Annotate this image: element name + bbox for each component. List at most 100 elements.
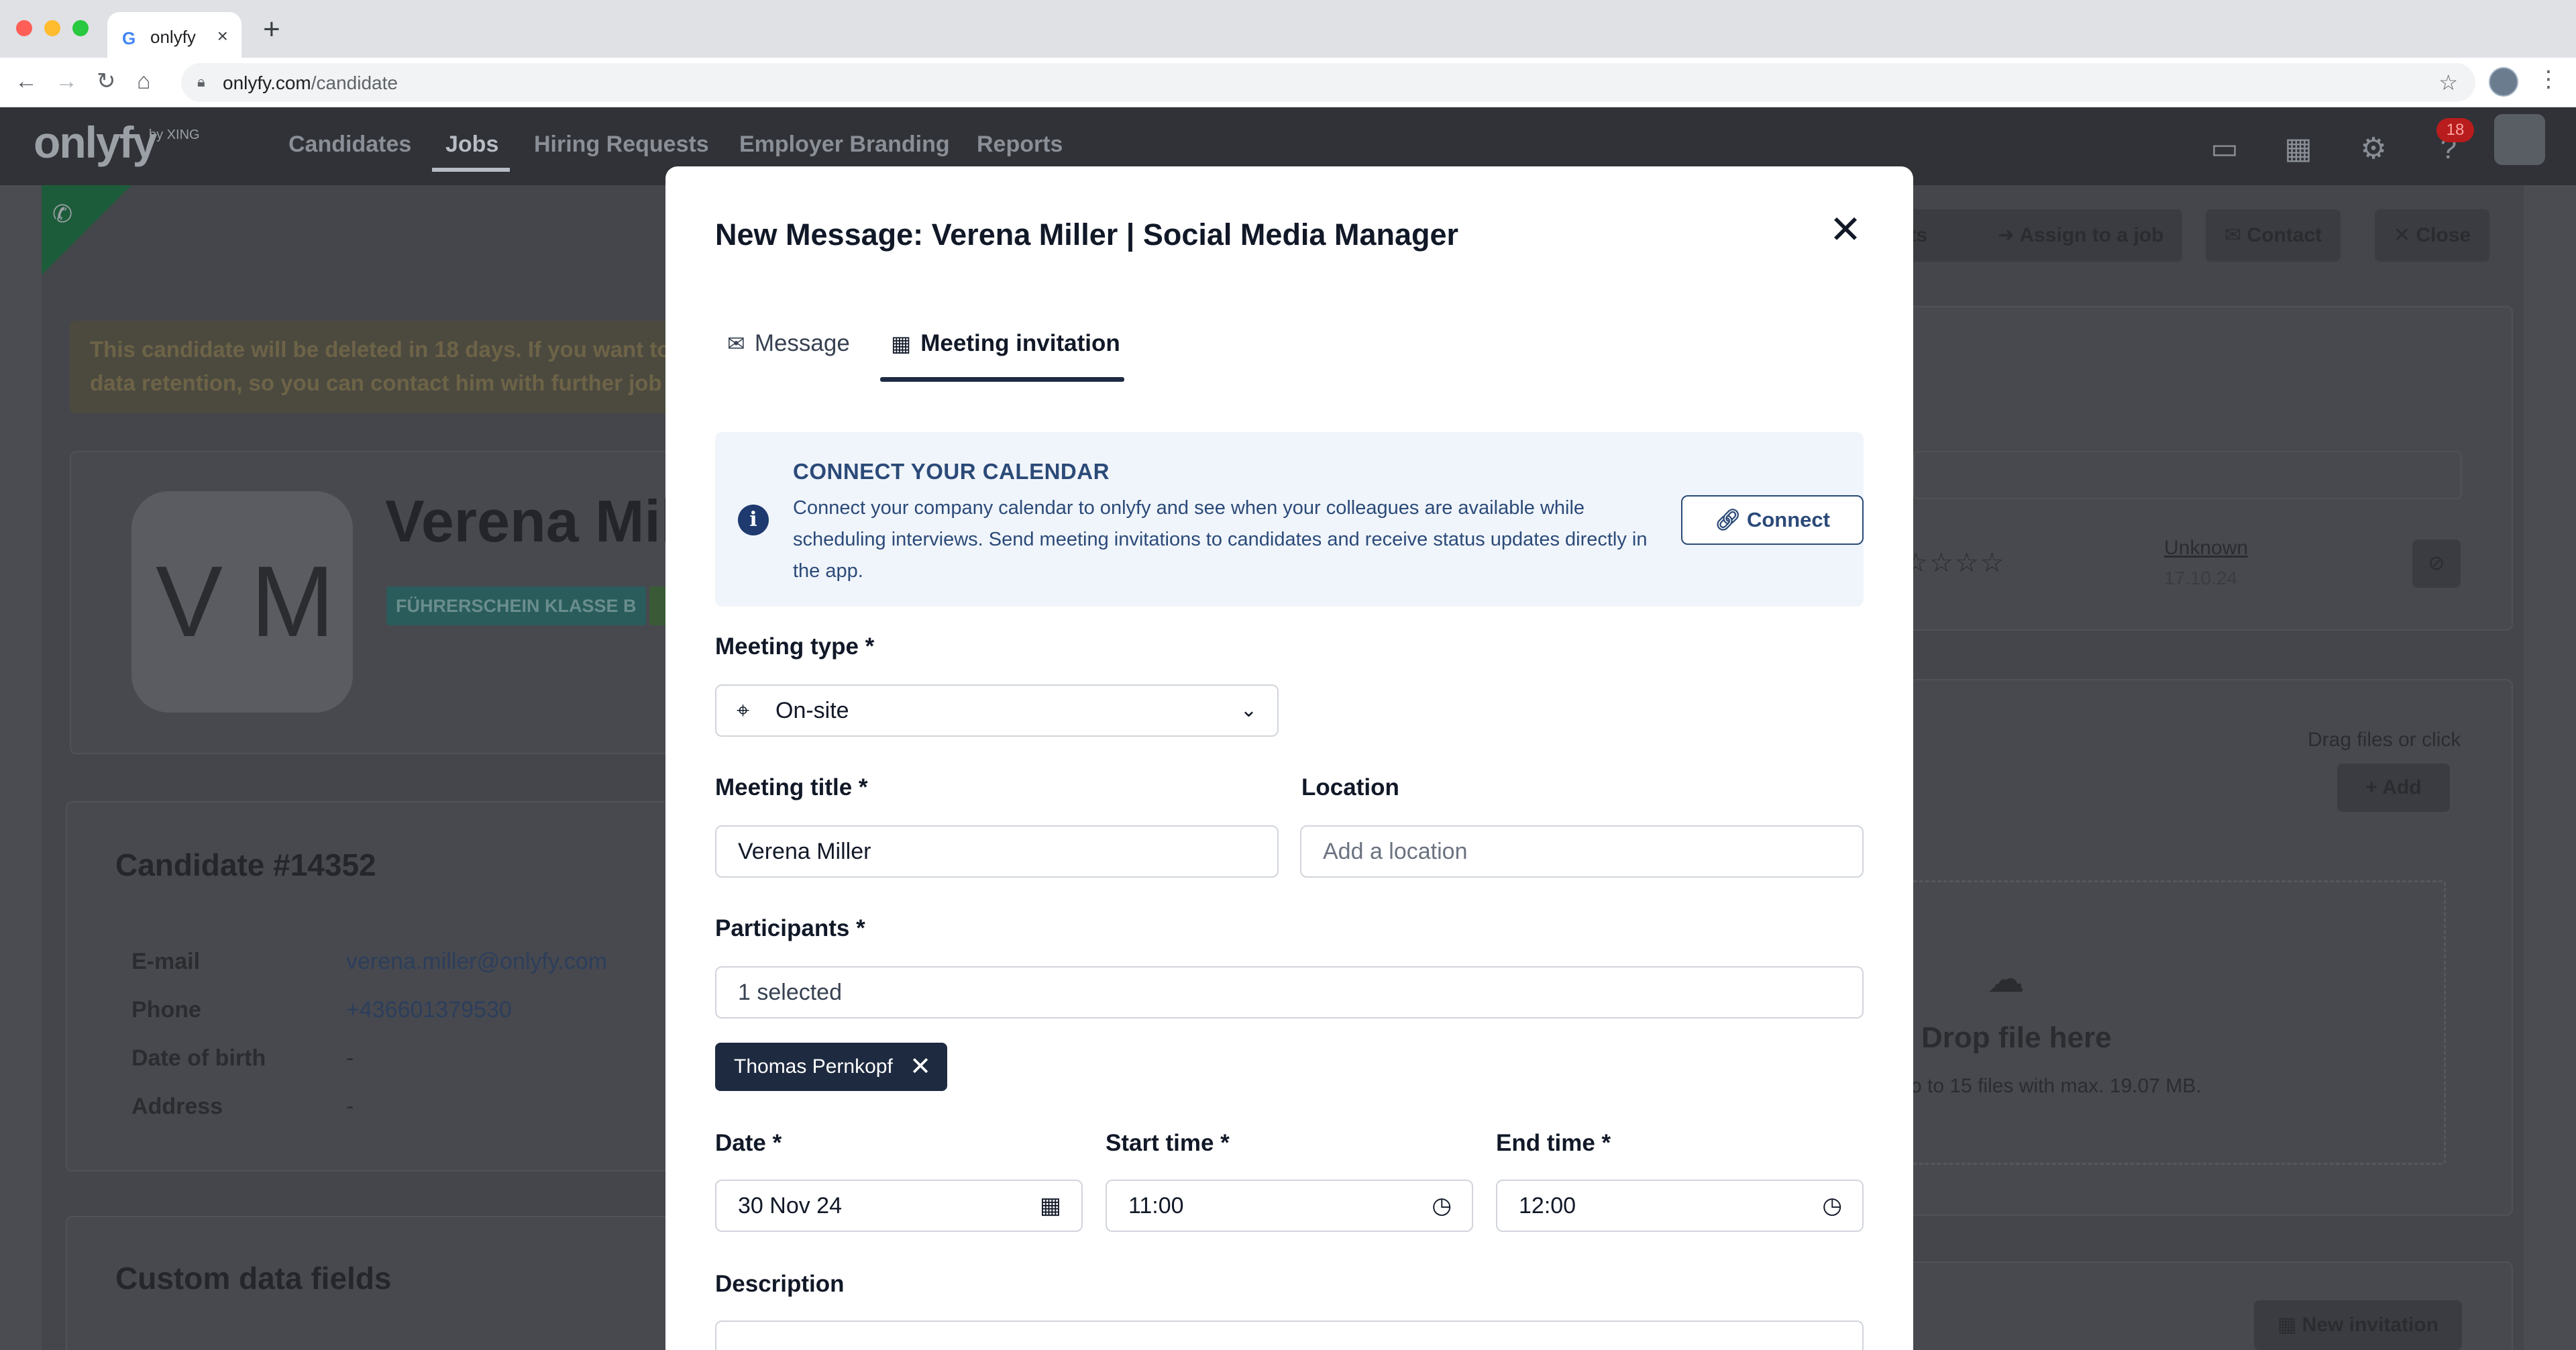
start-time-value: 11:00 bbox=[1128, 1193, 1184, 1218]
active-tab-indicator bbox=[880, 377, 1124, 382]
start-time-label: Start time * bbox=[1106, 1130, 1230, 1156]
map-pin-icon: ⌖ bbox=[737, 698, 750, 723]
cloud-upload-icon: ☁ bbox=[1987, 957, 2025, 1000]
participants-select[interactable]: 1 selected bbox=[715, 966, 1864, 1019]
nav-jobs[interactable]: Jobs bbox=[445, 132, 498, 158]
end-time-value: 12:00 bbox=[1519, 1193, 1576, 1218]
location-input[interactable]: Add a location bbox=[1300, 825, 1864, 878]
address-bar-row: ← → ↻ ⌂ 🔒︎ onlyfy.com/candidate ☆ ⋮ bbox=[0, 58, 2576, 107]
status-select[interactable] bbox=[1913, 451, 2462, 499]
nav-hiring-requests[interactable]: Hiring Requests bbox=[534, 132, 709, 158]
connect-calendar-button[interactable]: 🔗︎ Connect bbox=[1681, 495, 1864, 545]
assign-to-job-button[interactable]: ➜ Assign to a job bbox=[1979, 209, 2183, 262]
clock-icon[interactable]: ◷ bbox=[1822, 1181, 1842, 1231]
connect-calendar-text: Connect your company calendar to onlyfy … bbox=[793, 497, 1648, 582]
nav-employer-branding[interactable]: Employer Branding bbox=[739, 132, 950, 158]
address-label: Address bbox=[131, 1094, 223, 1119]
rating-status-link[interactable]: Unknown bbox=[2164, 537, 2248, 560]
new-invitation-button[interactable]: ▦ New invitation bbox=[2254, 1300, 2462, 1350]
candidate-initials: V M bbox=[156, 545, 335, 658]
end-time-label: End time * bbox=[1496, 1130, 1611, 1156]
participant-chip-label: Thomas Pernkopf bbox=[734, 1055, 893, 1078]
modal-close-icon[interactable]: ✕ bbox=[1825, 209, 1866, 251]
chevron-down-icon: ⌄ bbox=[1240, 699, 1257, 721]
forward-icon[interactable]: → bbox=[55, 70, 78, 93]
browser-tab[interactable]: G onlyfy × bbox=[107, 12, 241, 58]
gear-icon[interactable]: ⚙ bbox=[2355, 130, 2392, 168]
user-avatar[interactable] bbox=[2494, 114, 2545, 165]
tab-meeting-invitation[interactable]: ▦ Meeting invitation bbox=[891, 330, 1120, 357]
meeting-type-value: On-site bbox=[775, 698, 849, 723]
candidate-name: Verena Mil bbox=[385, 488, 678, 554]
rating-stars[interactable]: ☆☆☆☆ bbox=[1904, 548, 2005, 578]
browser-profile-avatar[interactable] bbox=[2489, 67, 2518, 97]
whatsapp-icon: ✆ bbox=[52, 200, 73, 227]
browser-menu-icon[interactable]: ⋮ bbox=[2537, 66, 2560, 93]
modal-title: New Message: Verena Miller | Social Medi… bbox=[715, 217, 1459, 252]
contact-button[interactable]: ✉ Contact bbox=[2206, 209, 2341, 262]
bookmark-star-icon[interactable]: ☆ bbox=[2438, 70, 2458, 95]
phone-value[interactable]: +436601379530 bbox=[346, 997, 512, 1023]
tab-close-icon[interactable]: × bbox=[217, 25, 228, 47]
email-label: E-mail bbox=[131, 949, 201, 974]
mail-icon: ✉ bbox=[727, 331, 745, 356]
home-icon[interactable]: ⌂ bbox=[137, 70, 151, 93]
description-editor[interactable] bbox=[715, 1320, 1864, 1350]
candidate-tag: FÜHRERSCHEIN KLASSE B bbox=[386, 586, 646, 625]
phone-label: Phone bbox=[131, 997, 201, 1023]
back-icon[interactable]: ← bbox=[15, 70, 38, 93]
calendar-picker-icon[interactable]: ▦ bbox=[1040, 1181, 1061, 1231]
meeting-type-select[interactable]: ⌖ On-site ⌄ bbox=[715, 684, 1279, 737]
email-value[interactable]: verena.miller@onlyfy.com bbox=[346, 949, 607, 975]
address-value: - bbox=[346, 1094, 354, 1119]
logo-by-xing: by XING bbox=[149, 127, 200, 142]
url-field[interactable]: 🔒︎ onlyfy.com/candidate ☆ bbox=[181, 63, 2475, 102]
participants-label: Participants * bbox=[715, 915, 865, 941]
link-icon: 🔗︎ bbox=[1715, 508, 1741, 531]
tab-message[interactable]: ✉ Message bbox=[727, 330, 850, 357]
candidate-tag-secondary bbox=[649, 586, 667, 625]
new-tab-icon[interactable]: + bbox=[263, 15, 280, 44]
dob-value: - bbox=[346, 1045, 354, 1071]
meeting-title-input[interactable]: Verena Miller bbox=[715, 825, 1279, 878]
onlyfy-logo[interactable]: onlyfy bbox=[34, 117, 157, 168]
whatsapp-corner bbox=[42, 185, 131, 275]
lock-icon: 🔒︎ bbox=[197, 73, 205, 90]
add-file-button[interactable]: + Add bbox=[2337, 764, 2450, 812]
location-label: Location bbox=[1301, 774, 1399, 800]
browser-tab-title: onlyfy bbox=[150, 27, 196, 47]
remove-participant-icon[interactable]: ✕ bbox=[910, 1043, 931, 1091]
window-close-dot[interactable] bbox=[16, 20, 32, 36]
apps-grid-icon[interactable]: ▦ bbox=[2279, 130, 2317, 168]
meeting-type-label: Meeting type * bbox=[715, 633, 875, 660]
start-time-input[interactable]: 11:00 ◷ bbox=[1106, 1180, 1473, 1232]
url-text: onlyfy.com/candidate bbox=[223, 72, 398, 93]
connect-calendar-notice: i CONNECT YOUR CALENDAR Connect your com… bbox=[715, 432, 1864, 607]
drop-file-title: Drop file here bbox=[1921, 1021, 2112, 1054]
notification-badge: 18 bbox=[2436, 118, 2474, 142]
date-input[interactable]: 30 Nov 24 ▦ bbox=[715, 1180, 1083, 1232]
date-label: Date * bbox=[715, 1130, 782, 1156]
browser-tab-strip: G onlyfy × + bbox=[0, 0, 2576, 58]
window-maximize-dot[interactable] bbox=[72, 20, 89, 36]
nav-active-indicator bbox=[432, 168, 510, 172]
participant-chip: Thomas Pernkopf ✕ bbox=[715, 1043, 947, 1091]
reload-icon[interactable]: ↻ bbox=[97, 70, 116, 93]
window-minimize-dot[interactable] bbox=[44, 20, 60, 36]
dob-label: Date of birth bbox=[131, 1045, 266, 1071]
google-favicon-icon: G bbox=[122, 28, 136, 48]
description-label: Description bbox=[715, 1271, 845, 1297]
deletion-warning-text: This candidate will be deleted in 18 day… bbox=[90, 337, 671, 395]
close-candidate-button[interactable]: ✕ Close bbox=[2375, 209, 2490, 262]
candidate-heading: Candidate #14352 bbox=[115, 847, 376, 882]
ban-icon[interactable]: ⊘ bbox=[2412, 539, 2461, 588]
drop-file-limit: o to 15 files with max. 19.07 MB. bbox=[1911, 1075, 2202, 1097]
drag-files-hint: Drag files or click bbox=[2308, 729, 2461, 751]
custom-fields-heading: Custom data fields bbox=[115, 1261, 392, 1296]
nav-reports[interactable]: Reports bbox=[977, 132, 1063, 158]
chat-icon[interactable]: ▭ bbox=[2206, 130, 2243, 168]
nav-candidates[interactable]: Candidates bbox=[288, 132, 411, 158]
clock-icon[interactable]: ◷ bbox=[1432, 1181, 1452, 1231]
end-time-input[interactable]: 12:00 ◷ bbox=[1496, 1180, 1864, 1232]
meeting-title-label: Meeting title * bbox=[715, 774, 868, 800]
